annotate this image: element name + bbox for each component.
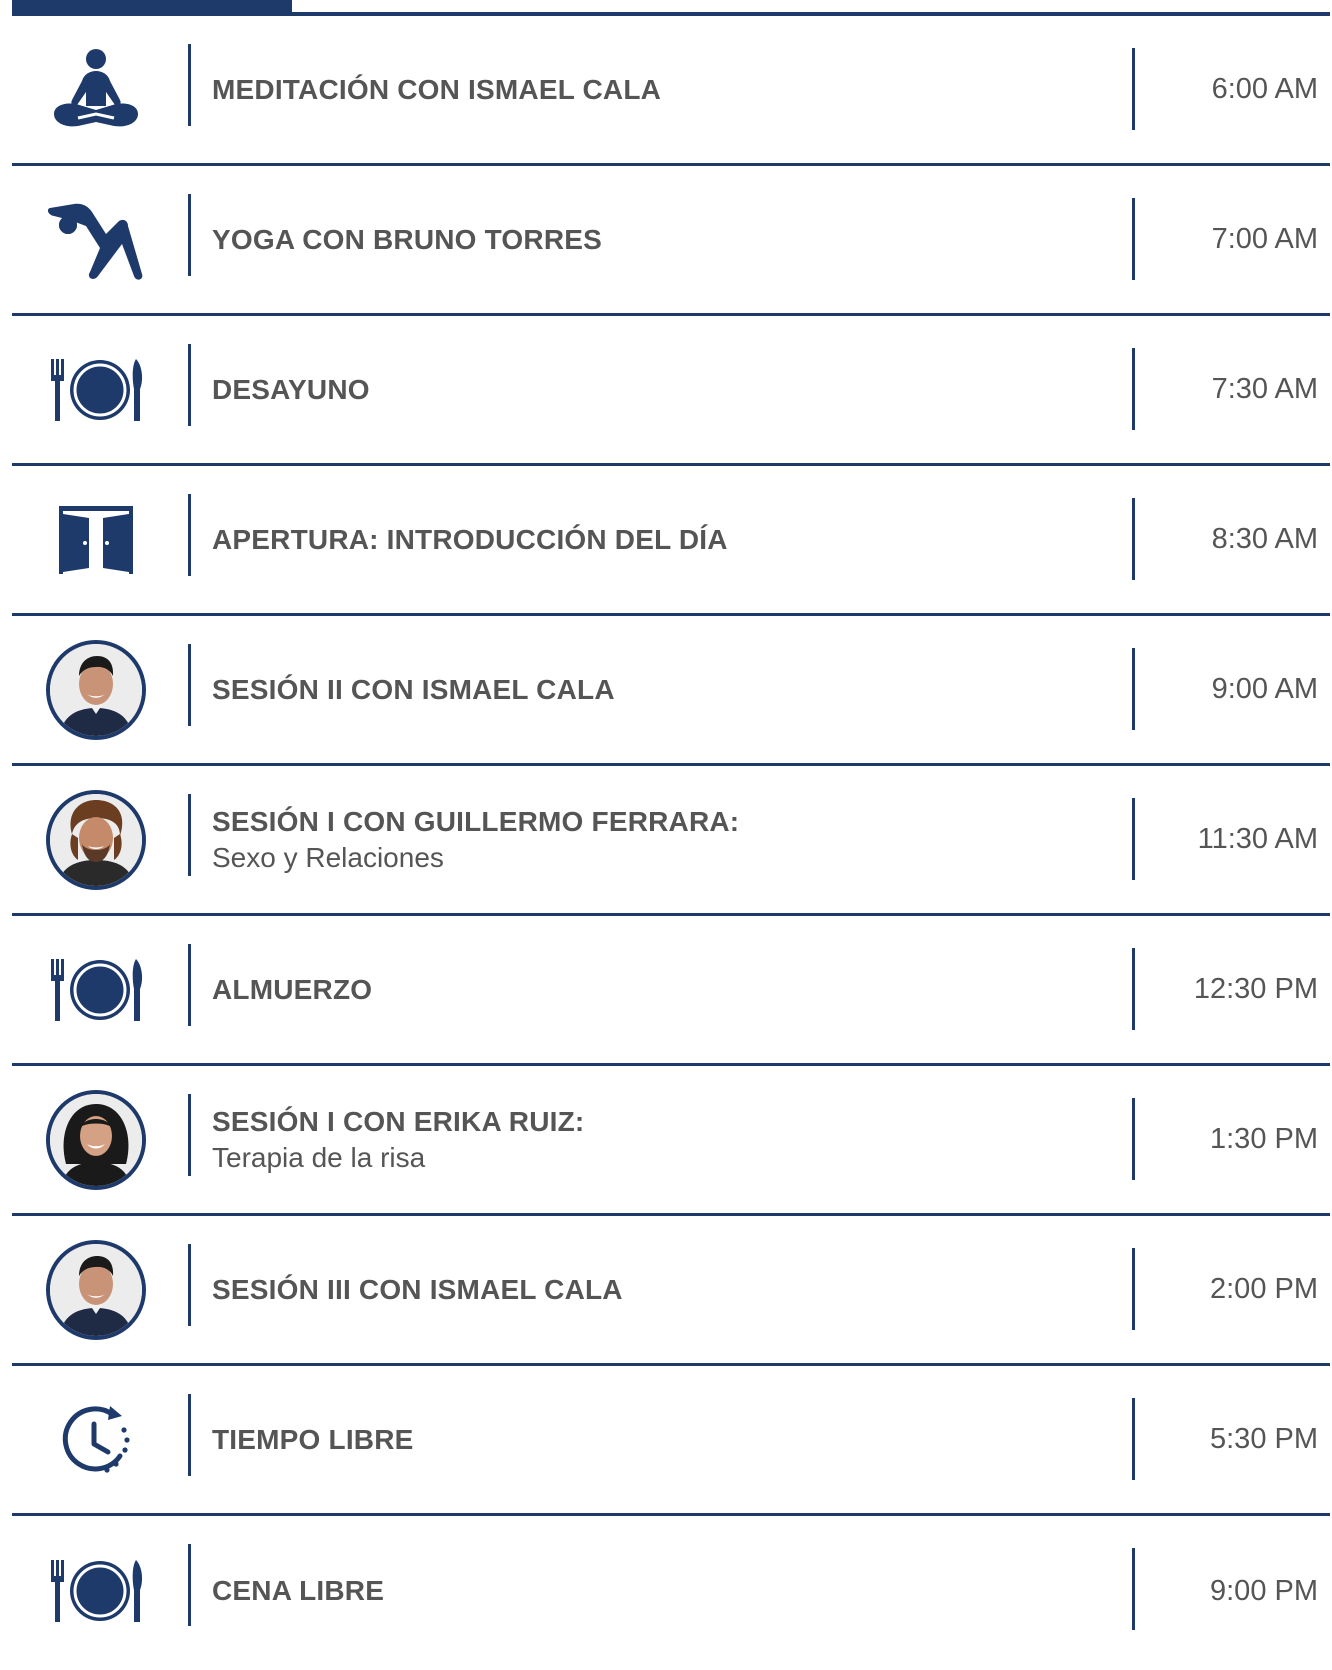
- divider: [188, 644, 191, 726]
- session-time: 7:00 AM: [1211, 223, 1318, 255]
- schedule-list: MEDITACIÓN CON ISMAEL CALA 6:00 AM YOGA …: [12, 16, 1330, 1666]
- divider: [188, 1544, 191, 1626]
- divider: [1132, 198, 1135, 280]
- schedule-row[interactable]: SESIÓN I CON GUILLERMO FERRARA: Sexo y R…: [12, 766, 1330, 916]
- divider: [1132, 1398, 1135, 1480]
- divider: [1132, 798, 1135, 880]
- divider: [188, 344, 191, 426]
- session-title: DESAYUNO: [212, 373, 370, 405]
- divider: [1132, 648, 1135, 730]
- session-time: 2:00 PM: [1210, 1273, 1318, 1305]
- divider: [1132, 48, 1135, 130]
- door-icon: [12, 466, 180, 613]
- divider: [1132, 498, 1135, 580]
- schedule-row[interactable]: TIEMPO LIBRE 5:30 PM: [12, 1366, 1330, 1516]
- divider: [1132, 1248, 1135, 1330]
- session-time: 5:30 PM: [1210, 1423, 1318, 1455]
- session-title: SESIÓN I CON GUILLERMO FERRARA:: [212, 805, 740, 837]
- speaker-avatar: [46, 639, 146, 740]
- session-time: 7:30 AM: [1211, 373, 1318, 405]
- divider: [188, 494, 191, 576]
- session-title: YOGA CON BRUNO TORRES: [212, 223, 603, 255]
- divider: [188, 1394, 191, 1476]
- speaker-avatar: [46, 1239, 146, 1340]
- session-time: 6:00 AM: [1211, 73, 1318, 105]
- session-time: 8:30 AM: [1211, 523, 1318, 555]
- session-time: 11:30 AM: [1197, 823, 1318, 855]
- divider: [1132, 948, 1135, 1030]
- session-subtitle: Terapia de la risa: [212, 1141, 426, 1173]
- schedule-row[interactable]: SESIÓN III CON ISMAEL CALA 2:00 PM: [12, 1216, 1330, 1366]
- dining-icon: [12, 916, 180, 1063]
- yoga-icon: [12, 166, 180, 313]
- session-time: 12:30 PM: [1193, 973, 1318, 1005]
- schedule-row[interactable]: SESIÓN I CON ERIKA RUIZ: Terapia de la r…: [12, 1066, 1330, 1216]
- schedule-row[interactable]: ALMUERZO 12:30 PM: [12, 916, 1330, 1066]
- divider: [188, 1094, 191, 1176]
- meditation-icon: [12, 16, 180, 163]
- schedule-row[interactable]: APERTURA: INTRODUCCIÓN DEL DÍA 8:30 AM: [12, 466, 1330, 616]
- divider: [1132, 348, 1135, 430]
- schedule-row[interactable]: YOGA CON BRUNO TORRES 7:00 AM: [12, 166, 1330, 316]
- schedule-row[interactable]: CENA LIBRE 9:00 PM: [12, 1516, 1330, 1666]
- divider: [188, 44, 191, 126]
- divider: [1132, 1548, 1135, 1630]
- session-title: SESIÓN I CON ERIKA RUIZ:: [212, 1105, 585, 1137]
- divider: [188, 194, 191, 276]
- dining-icon: [12, 1516, 180, 1666]
- session-title: SESIÓN III CON ISMAEL CALA: [212, 1273, 623, 1305]
- session-title: TIEMPO LIBRE: [212, 1423, 414, 1455]
- divider: [1132, 1098, 1135, 1180]
- session-time: 1:30 PM: [1210, 1123, 1318, 1155]
- schedule-row[interactable]: SESIÓN II CON ISMAEL CALA 9:00 AM: [12, 616, 1330, 766]
- schedule-row[interactable]: DESAYUNO 7:30 AM: [12, 316, 1330, 466]
- speaker-avatar: [46, 789, 146, 890]
- session-title: APERTURA: INTRODUCCIÓN DEL DÍA: [212, 523, 728, 555]
- speaker-avatar: [46, 1089, 146, 1190]
- divider: [188, 794, 191, 876]
- session-title: ALMUERZO: [212, 973, 373, 1005]
- clock-icon: [12, 1366, 180, 1513]
- divider: [188, 1244, 191, 1326]
- schedule-row[interactable]: MEDITACIÓN CON ISMAEL CALA 6:00 AM: [12, 16, 1330, 166]
- dining-icon: [12, 316, 180, 463]
- session-time: 9:00 PM: [1210, 1574, 1318, 1607]
- session-title: MEDITACIÓN CON ISMAEL CALA: [212, 73, 662, 105]
- session-title: SESIÓN II CON ISMAEL CALA: [212, 673, 615, 705]
- divider: [188, 944, 191, 1026]
- session-subtitle: Sexo y Relaciones: [212, 841, 444, 873]
- session-title: CENA LIBRE: [212, 1575, 385, 1606]
- session-time: 9:00 AM: [1211, 673, 1318, 705]
